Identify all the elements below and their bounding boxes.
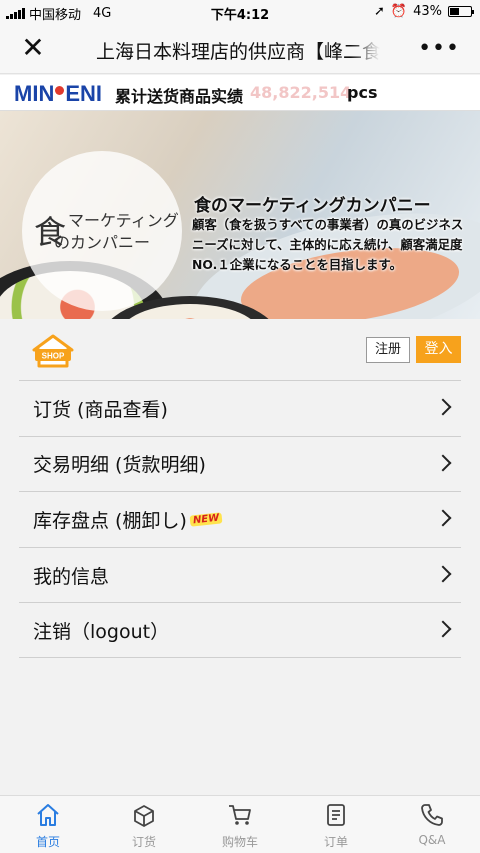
- banner-badge-line2: のカンパニー: [54, 233, 151, 252]
- delivered-label: 累计送货商品实绩: [115, 87, 244, 106]
- shop-icon-label: SHOP: [42, 352, 65, 361]
- menu-item-logout[interactable]: 注销（logout）: [19, 602, 461, 658]
- hero-banner[interactable]: 食 マーケティング のカンパニー 食のマーケティングカンパニー 顧客（食を扱うす…: [0, 111, 480, 319]
- tab-qa[interactable]: Q&A: [384, 796, 480, 853]
- banner-headline: 食のマーケティングカンパニー: [194, 196, 431, 216]
- brand-strip: MIN ENI 累计送货商品实绩 48,822,514 pcs: [0, 75, 480, 111]
- chevron-right-icon: [434, 565, 452, 583]
- location-icon: ➚: [374, 4, 385, 19]
- tab-order-goods[interactable]: 订货: [96, 796, 192, 853]
- banner-description: 顧客（食を扱うすべての事業者）の真のビジネスニーズに対して、主体的に応え続け、顧…: [192, 217, 464, 272]
- chevron-right-icon: [434, 509, 452, 527]
- battery-percent: 43%: [413, 4, 442, 19]
- signal-icon: [6, 8, 25, 19]
- chevron-right-icon: [434, 620, 452, 638]
- close-icon[interactable]: ✕: [20, 34, 46, 62]
- tab-cart[interactable]: 购物车: [192, 796, 288, 853]
- menu-item-label: 我的信息: [33, 565, 110, 588]
- bottom-tab-bar: 首页 订货 购物车 订单 Q&A: [0, 795, 480, 853]
- chevron-right-icon: [434, 454, 452, 472]
- tab-label: 订货: [131, 835, 156, 849]
- alarm-icon: ⏰: [390, 4, 408, 19]
- menu-item-label: 库存盘点 (棚卸し): [33, 509, 187, 532]
- menu-item-inventory[interactable]: 库存盘点 (棚卸し) NEW: [19, 491, 461, 547]
- chevron-right-icon: [434, 398, 452, 416]
- mineni-logo: MIN ENI: [14, 81, 103, 106]
- shop-icon: SHOP: [32, 334, 74, 368]
- tab-home[interactable]: 首页: [0, 796, 96, 853]
- network-label: 4G: [93, 6, 112, 21]
- new-badge: NEW: [189, 512, 223, 527]
- status-right: ➚ ⏰ 43%: [374, 4, 474, 19]
- tab-label: 首页: [35, 835, 60, 849]
- main-menu: 订货 (商品查看) 交易明细 (货款明细) 库存盘点 (棚卸し) NEW 我的信…: [19, 380, 461, 658]
- menu-item-label: 注销（logout）: [33, 620, 170, 643]
- menu-item-order[interactable]: 订货 (商品查看): [19, 380, 461, 436]
- menu-item-label: 交易明细 (货款明细): [33, 454, 206, 477]
- delivered-count: 48,822,514: [250, 83, 352, 102]
- tab-label: 订单: [323, 835, 348, 849]
- banner-badge-line1: マーケティング: [68, 211, 179, 230]
- cart-icon: [229, 805, 251, 825]
- order-icon: [327, 804, 345, 826]
- status-bar: 中国移动 4G 下午4:12 ➚ ⏰ 43%: [0, 0, 480, 24]
- page-title: 上海日本料理店的供应商【峰二食: [96, 37, 380, 64]
- menu-item-transactions[interactable]: 交易明细 (货款明细): [19, 435, 461, 492]
- nav-bar: ✕ 上海日本料理店的供应商【峰二食 •••: [0, 24, 480, 74]
- register-button[interactable]: 注册: [366, 337, 410, 363]
- menu-item-my-info[interactable]: 我的信息: [19, 546, 461, 603]
- phone-icon: [421, 804, 443, 826]
- delivered-unit: pcs: [347, 83, 378, 102]
- tab-label: Q&A: [418, 833, 446, 847]
- status-left: 中国移动 4G: [6, 4, 111, 23]
- battery-icon: [448, 6, 474, 17]
- home-icon: [37, 804, 59, 826]
- tab-orders[interactable]: 订单: [288, 796, 384, 853]
- menu-item-label: 订货 (商品查看): [33, 398, 168, 421]
- box-icon: [134, 805, 154, 827]
- more-icon[interactable]: •••: [418, 36, 460, 61]
- login-button[interactable]: 登入: [416, 336, 461, 363]
- tab-label: 购物车: [221, 835, 258, 849]
- carrier-label: 中国移动: [29, 8, 82, 23]
